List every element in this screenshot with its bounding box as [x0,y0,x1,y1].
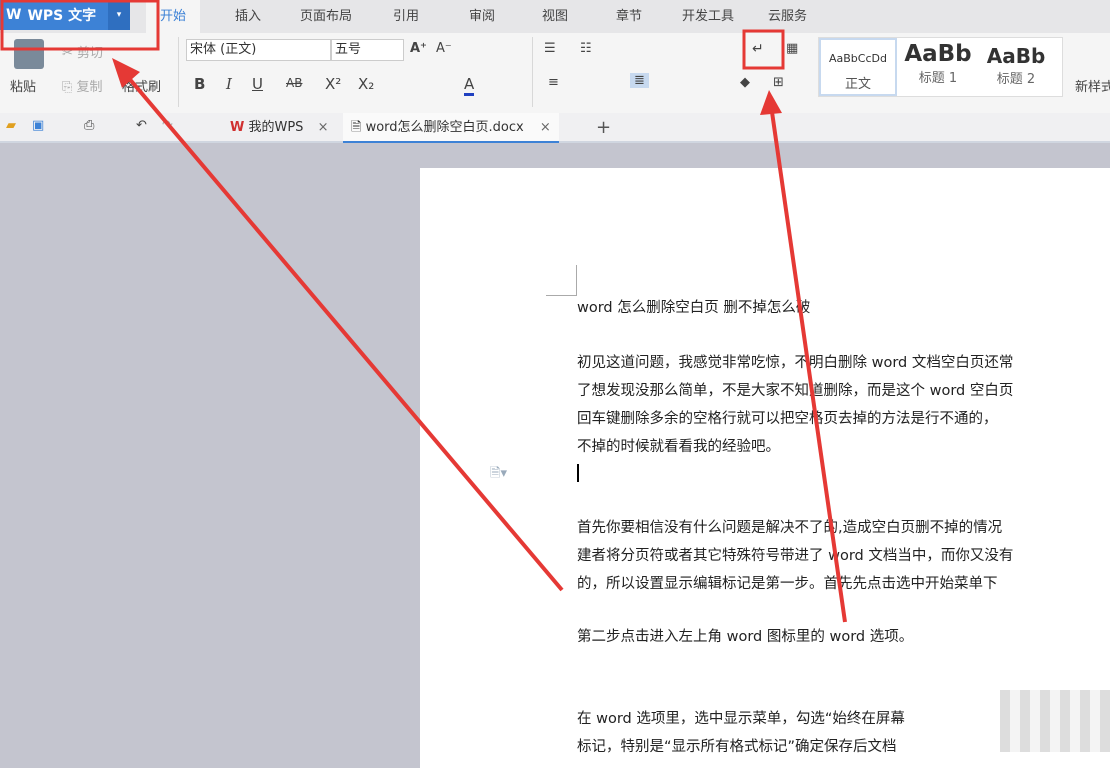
annotation-overlay [0,0,847,623]
highlight-box-show-marks [742,29,785,70]
arrow-head [760,90,782,115]
arrow-line [120,68,564,592]
arrow-line [769,104,847,623]
highlight-box-wps [0,0,160,51]
